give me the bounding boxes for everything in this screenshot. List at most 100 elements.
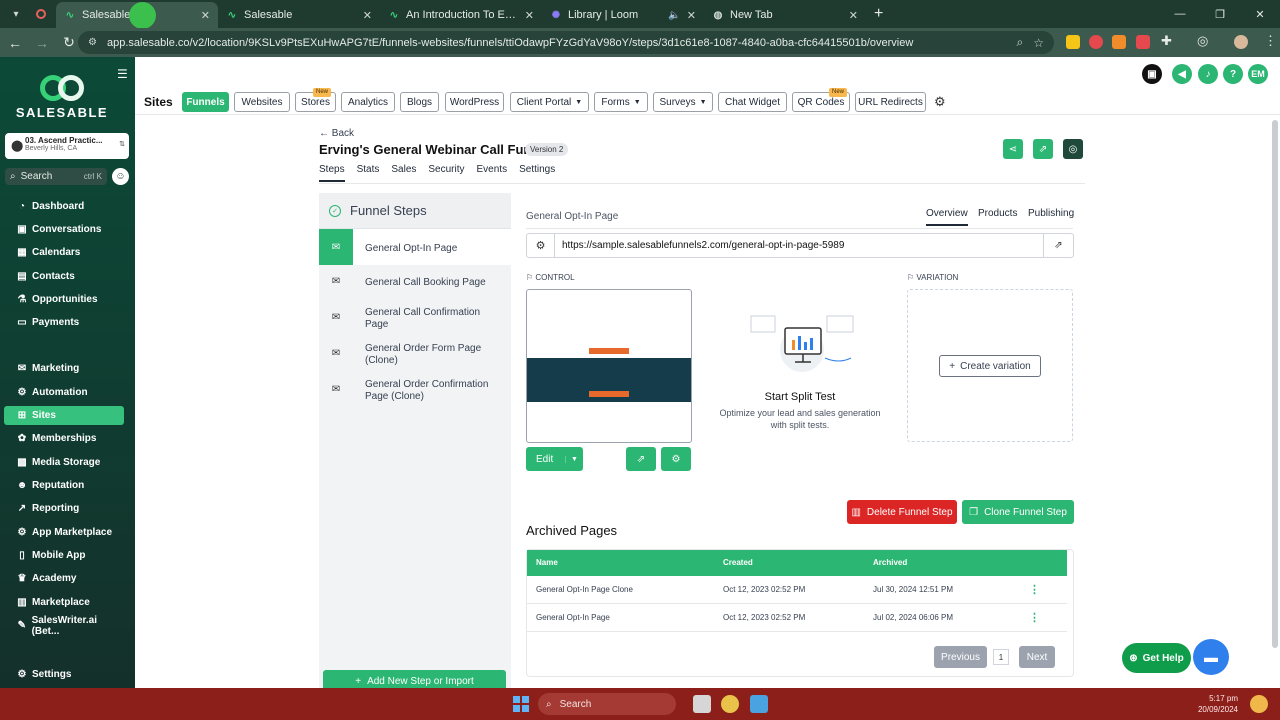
kebab-menu-icon[interactable]: ⋮	[1029, 576, 1040, 604]
gear-icon[interactable]: ⚙	[527, 234, 555, 257]
edit-button[interactable]: Edit ▼	[526, 447, 583, 471]
url-input[interactable]: ⚙ app.salesable.co/v2/location/9KSLv9Pts…	[78, 31, 1054, 54]
user-avatar[interactable]: EM	[1248, 64, 1268, 84]
location-switcher[interactable]: ⬤ 03. Ascend Practic... Beverly Hills, C…	[5, 133, 129, 159]
tab-search-icon[interactable]: ▾	[4, 3, 28, 25]
sidebar-item-marketplace[interactable]: ▥ Marketplace	[4, 593, 124, 612]
funnel-step[interactable]: ✉ General Call Booking Page	[319, 263, 511, 299]
tab-overview[interactable]: Overview	[926, 208, 968, 226]
sidebar-item-settings[interactable]: ⚙ Settings	[4, 665, 124, 684]
restore-icon[interactable]: ❐	[1200, 0, 1240, 28]
share-icon[interactable]: ⋖	[1003, 139, 1023, 159]
funnel-step[interactable]: ✉ General Opt-In Page	[319, 229, 511, 265]
extension-icon[interactable]	[1136, 35, 1150, 49]
sidebar-item-memberships[interactable]: ✿ Memberships	[4, 429, 124, 448]
tab-blogs[interactable]: Blogs	[400, 92, 439, 112]
zoom-icon[interactable]: ⌕	[1017, 35, 1024, 50]
tab-qr-codes[interactable]: QR Codes New	[792, 88, 850, 112]
new-tab-icon[interactable]: +	[874, 5, 883, 23]
tab-chat-widget[interactable]: Chat Widget	[718, 92, 787, 112]
previous-page-button[interactable]: Previous	[934, 646, 987, 668]
sidebar-item-reporting[interactable]: ↗ Reporting	[4, 499, 124, 518]
close-icon[interactable]: ✕	[849, 9, 858, 22]
tab-sales[interactable]: Sales	[391, 164, 416, 182]
media-icon[interactable]: ◎	[1197, 33, 1208, 49]
minimize-icon[interactable]: —	[1160, 0, 1200, 28]
extension-icon[interactable]	[1112, 35, 1126, 49]
funnel-step[interactable]: ✉ General Call Confirmation Page	[319, 299, 511, 335]
funnel-step[interactable]: ✉ General Order Confirmation Page (Clone)	[319, 371, 511, 407]
tab-forms[interactable]: Forms ▼	[594, 92, 648, 112]
sidebar-item-calendars[interactable]: ▦ Calendars	[4, 243, 124, 262]
windows-start-icon[interactable]	[513, 696, 529, 712]
window-close-icon[interactable]: ✕	[1240, 0, 1280, 28]
bell-icon[interactable]: ♪	[1198, 64, 1218, 84]
sidebar-item-saleswriter[interactable]: ✎ SalesWriter.ai (Bet...	[4, 615, 124, 637]
tab-settings[interactable]: Settings	[519, 164, 555, 182]
megaphone-icon[interactable]: ◀	[1172, 64, 1192, 84]
puzzle-icon[interactable]: ✚	[1161, 33, 1172, 49]
chat-widget-icon[interactable]: ▬	[1193, 639, 1229, 675]
file-explorer-icon[interactable]	[693, 695, 711, 713]
chevron-down-icon[interactable]: ▼	[565, 455, 583, 463]
page-number[interactable]: 1	[993, 649, 1009, 665]
page-scrollbar[interactable]	[1272, 120, 1278, 648]
gear-icon[interactable]: ⚙	[661, 447, 691, 471]
sidebar-item-academy[interactable]: ♛ Academy	[4, 569, 124, 588]
sidebar-item-conversations[interactable]: ▣ Conversations	[4, 220, 124, 239]
sidebar-item-dashboard[interactable]: ◔ Dashboard	[4, 197, 124, 216]
external-link-icon[interactable]: ⇗	[626, 447, 656, 471]
delete-funnel-step-button[interactable]: ▥ Delete Funnel Step	[847, 500, 957, 524]
speaker-icon[interactable]: 🔈	[668, 10, 680, 21]
profile-avatar[interactable]	[1234, 35, 1248, 49]
sidebar-item-opportunities[interactable]: ⚗ Opportunities	[4, 290, 124, 309]
create-variation-button[interactable]: + Create variation	[939, 355, 1041, 377]
gear-icon[interactable]: ⚙	[934, 94, 946, 110]
help-icon[interactable]: ?	[1223, 64, 1243, 84]
hamburger-menu-icon[interactable]: ☰	[117, 67, 128, 81]
browser-tab-3[interactable]: ✺ Library | Loom 🔈 ✕	[542, 2, 704, 28]
browser-tab-4[interactable]: ◍ New Tab ✕	[704, 2, 866, 28]
user-icon[interactable]: ☺	[112, 168, 129, 185]
system-clock[interactable]: 5:17 pm 20/09/2024	[1190, 693, 1238, 715]
tab-funnels[interactable]: Funnels	[182, 92, 229, 112]
sidebar-item-mobile-app[interactable]: ▯ Mobile App	[4, 546, 124, 565]
sidebar-item-contacts[interactable]: ▤ Contacts	[4, 267, 124, 286]
close-icon[interactable]: ✕	[687, 9, 696, 22]
tab-wordpress[interactable]: WordPress	[445, 92, 504, 112]
copilot-icon[interactable]	[1250, 695, 1268, 713]
chat-bubble-icon[interactable]: ▣	[1142, 64, 1162, 84]
tab-security[interactable]: Security	[428, 164, 464, 182]
tab-products[interactable]: Products	[978, 208, 1017, 219]
widgets-icon[interactable]	[651, 695, 669, 713]
sidebar-item-automation[interactable]: ⚙ Automation	[4, 383, 124, 402]
external-link-icon[interactable]: ⇗	[1043, 234, 1073, 257]
tab-events[interactable]: Events	[477, 164, 508, 182]
sidebar-item-media-storage[interactable]: ▩ Media Storage	[4, 453, 124, 472]
tab-analytics[interactable]: Analytics	[341, 92, 395, 112]
page-url[interactable]: https://sample.salesablefunnels2.com/gen…	[555, 240, 1043, 251]
extension-icon[interactable]	[1066, 35, 1080, 49]
close-icon[interactable]: ✕	[201, 9, 210, 22]
table-row[interactable]: General Opt-In Page Clone Oct 12, 2023 0…	[527, 576, 1067, 604]
tab-surveys[interactable]: Surveys ▼	[653, 92, 713, 112]
record-icon[interactable]	[36, 9, 46, 19]
sidebar-item-marketing[interactable]: ✉ Marketing	[4, 359, 124, 378]
chrome-icon[interactable]	[721, 695, 739, 713]
tab-stores[interactable]: Stores New	[295, 88, 336, 112]
back-arrow-icon[interactable]: ←	[3, 31, 27, 55]
close-icon[interactable]: ✕	[363, 9, 372, 22]
sidebar-item-sites[interactable]: ⊞ Sites	[4, 406, 124, 425]
tab-stats[interactable]: Stats	[357, 164, 380, 182]
sidebar-item-reputation[interactable]: ☻ Reputation	[4, 476, 124, 495]
kebab-menu-icon[interactable]: ⋮	[1264, 33, 1277, 49]
browser-tab-2[interactable]: ∿ An Introduction To Email Delive ✕	[380, 2, 542, 28]
tab-websites[interactable]: Websites	[234, 92, 290, 112]
page-preview-thumbnail[interactable]	[526, 289, 692, 443]
get-help-button[interactable]: ⊛ Get Help	[1122, 643, 1191, 673]
sidebar-search[interactable]: ⌕ Search ctrl K	[5, 168, 107, 185]
browser-tab-1[interactable]: ∿ Salesable ✕	[218, 2, 380, 28]
tab-steps[interactable]: Steps	[319, 164, 345, 182]
clone-funnel-step-button[interactable]: ❐ Clone Funnel Step	[962, 500, 1074, 524]
bookmark-star-icon[interactable]: ☆	[1033, 36, 1044, 50]
